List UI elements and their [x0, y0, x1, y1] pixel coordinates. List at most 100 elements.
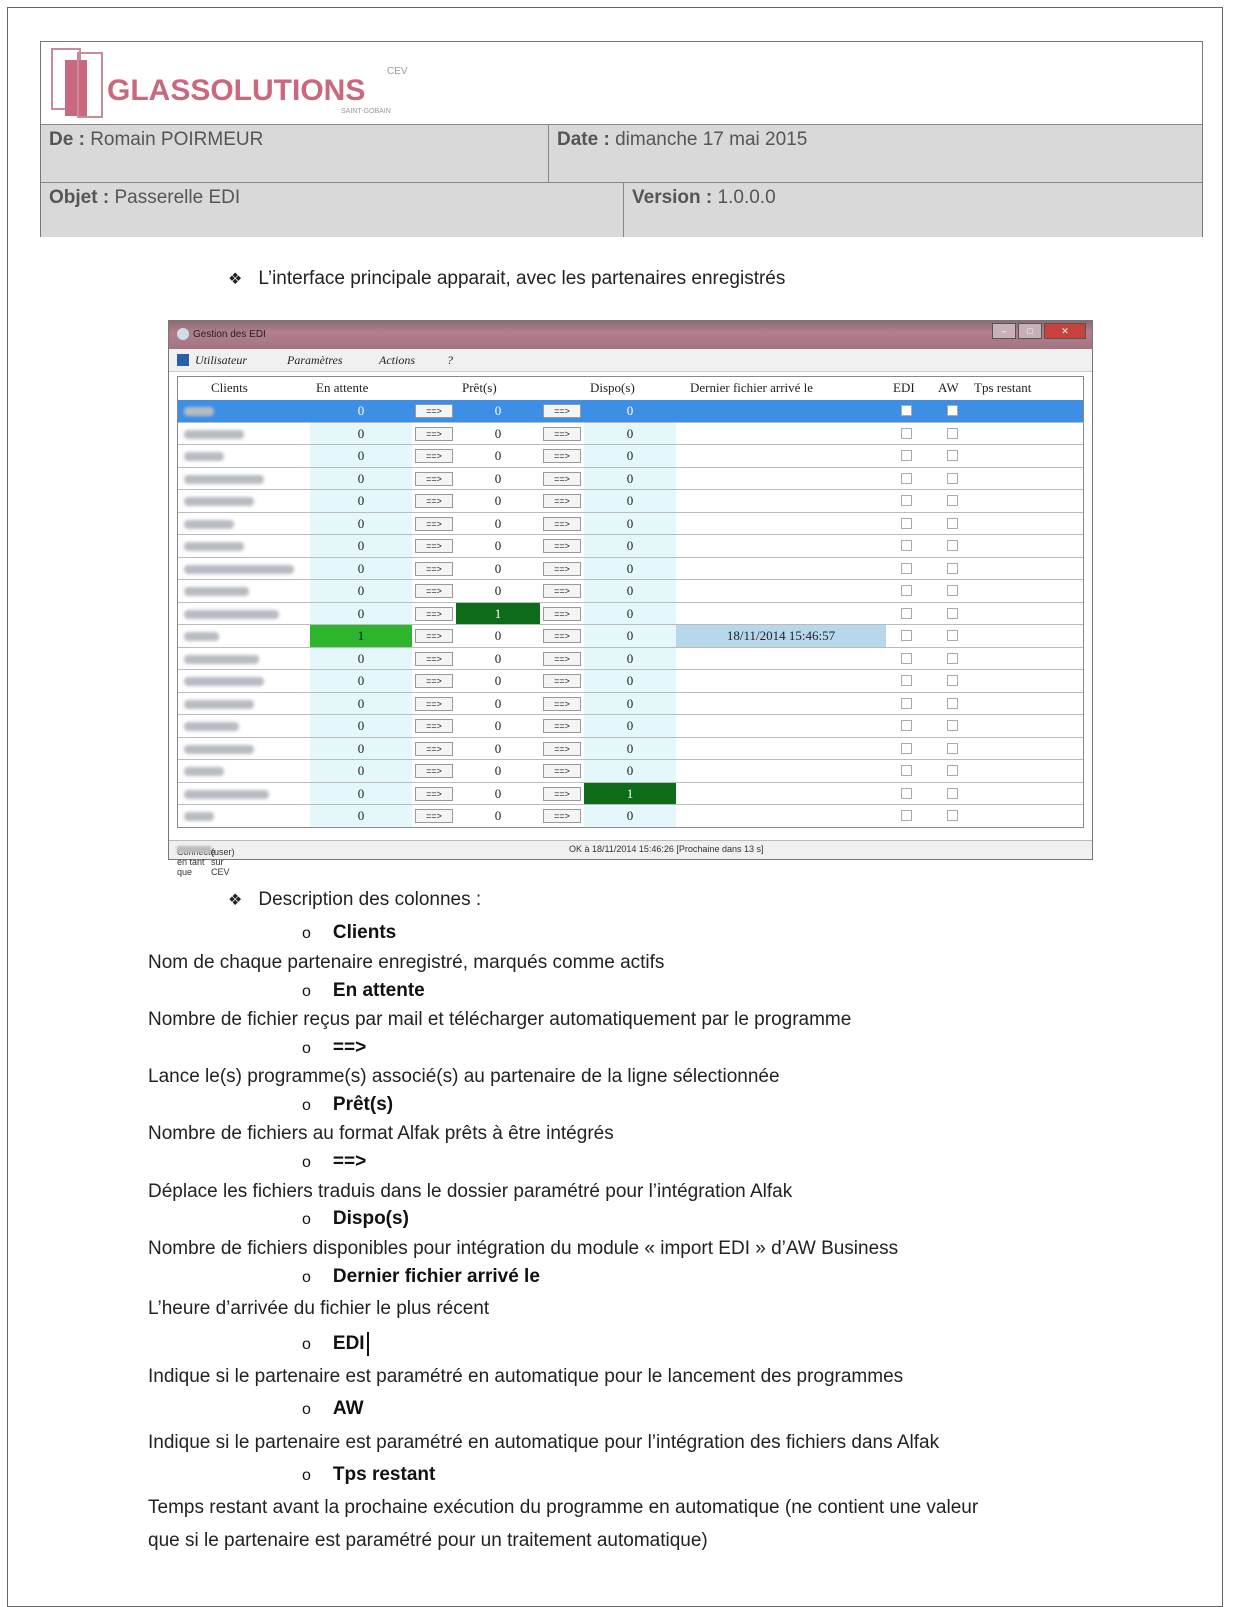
aw-checkbox[interactable]: [947, 450, 958, 461]
move-files-button[interactable]: ==>: [543, 561, 581, 576]
table-row[interactable]: 0 ==> 0 ==> 0: [178, 737, 1083, 760]
aw-checkbox[interactable]: [947, 787, 958, 799]
move-files-button[interactable]: ==>: [543, 651, 581, 666]
aw-checkbox[interactable]: [947, 765, 958, 776]
edi-checkbox[interactable]: [901, 427, 912, 439]
aw-checkbox[interactable]: [947, 405, 958, 416]
table-row[interactable]: 0 ==> 0 ==> 0: [178, 760, 1083, 783]
edi-checkbox[interactable]: [901, 630, 912, 641]
table-row[interactable]: 0 ==> 0 ==> 0: [178, 445, 1083, 468]
table-row[interactable]: 0 ==> 0 ==> 0: [178, 692, 1083, 715]
table-row[interactable]: 0 ==> 1 ==> 0: [178, 602, 1083, 625]
launch-programs-button[interactable]: ==>: [415, 764, 453, 778]
col-tps-restant[interactable]: Tps restant: [974, 380, 1031, 396]
edi-checkbox[interactable]: [901, 652, 912, 664]
edi-checkbox[interactable]: [901, 540, 912, 551]
move-files-button[interactable]: ==>: [543, 786, 581, 801]
move-files-button[interactable]: ==>: [543, 539, 581, 553]
table-row[interactable]: 0 ==> 0 ==> 0: [178, 512, 1083, 535]
edi-checkbox[interactable]: [901, 720, 912, 731]
menu-utilisateur[interactable]: Utilisateur: [195, 353, 247, 368]
launch-programs-button[interactable]: ==>: [415, 674, 453, 688]
aw-checkbox[interactable]: [947, 472, 958, 484]
aw-checkbox[interactable]: [947, 742, 958, 754]
aw-checkbox[interactable]: [947, 607, 958, 619]
edi-checkbox[interactable]: [901, 517, 912, 529]
aw-checkbox[interactable]: [947, 562, 958, 574]
edi-checkbox[interactable]: [901, 607, 912, 619]
launch-programs-button[interactable]: ==>: [415, 561, 453, 576]
aw-checkbox[interactable]: [947, 675, 958, 686]
maximize-button[interactable]: □: [1018, 323, 1042, 339]
launch-programs-button[interactable]: ==>: [415, 584, 453, 598]
edi-checkbox[interactable]: [901, 810, 912, 821]
close-button[interactable]: ✕: [1044, 323, 1086, 339]
launch-programs-button[interactable]: ==>: [415, 629, 453, 643]
menu-parametres[interactable]: Paramètres: [287, 353, 343, 368]
table-row[interactable]: 0 ==> 0 ==> 0: [178, 490, 1083, 513]
launch-programs-button[interactable]: ==>: [415, 449, 453, 463]
table-row[interactable]: 1 ==> 0 ==> 0 18/11/2014 15:46:57: [178, 625, 1083, 648]
move-files-button[interactable]: ==>: [543, 494, 581, 508]
table-row[interactable]: 0 ==> 0 ==> 0: [178, 670, 1083, 693]
table-row[interactable]: 0 ==> 0 ==> 1: [178, 782, 1083, 805]
edi-checkbox[interactable]: [901, 697, 912, 709]
table-row[interactable]: 0 ==> 0 ==> 0: [178, 535, 1083, 558]
launch-programs-button[interactable]: ==>: [415, 606, 453, 621]
edi-checkbox[interactable]: [901, 405, 912, 416]
aw-checkbox[interactable]: [947, 720, 958, 731]
menu-actions[interactable]: Actions: [379, 353, 415, 368]
move-files-button[interactable]: ==>: [543, 584, 581, 598]
launch-programs-button[interactable]: ==>: [415, 404, 453, 418]
aw-checkbox[interactable]: [947, 517, 958, 529]
launch-programs-button[interactable]: ==>: [415, 719, 453, 733]
table-row[interactable]: 0 ==> 0 ==> 0: [178, 805, 1083, 827]
table-row[interactable]: 0 ==> 0 ==> 0: [178, 557, 1083, 580]
aw-checkbox[interactable]: [947, 585, 958, 596]
edi-checkbox[interactable]: [901, 675, 912, 686]
minimize-button[interactable]: –: [992, 323, 1016, 339]
edi-checkbox[interactable]: [901, 765, 912, 776]
move-files-button[interactable]: ==>: [543, 516, 581, 531]
table-row[interactable]: 0 ==> 0 ==> 0: [178, 715, 1083, 738]
launch-programs-button[interactable]: ==>: [415, 741, 453, 756]
edi-checkbox[interactable]: [901, 450, 912, 461]
launch-programs-button[interactable]: ==>: [415, 494, 453, 508]
aw-checkbox[interactable]: [947, 427, 958, 439]
launch-programs-button[interactable]: ==>: [415, 516, 453, 531]
launch-programs-button[interactable]: ==>: [415, 471, 453, 486]
table-row[interactable]: 0 ==> 0 ==> 0: [178, 467, 1083, 490]
edi-checkbox[interactable]: [901, 495, 912, 506]
col-en-attente[interactable]: En attente: [316, 380, 368, 396]
move-files-button[interactable]: ==>: [543, 606, 581, 621]
launch-programs-button[interactable]: ==>: [415, 539, 453, 553]
edi-checkbox[interactable]: [901, 472, 912, 484]
col-dispos[interactable]: Dispo(s): [590, 380, 635, 396]
launch-programs-button[interactable]: ==>: [415, 426, 453, 441]
aw-checkbox[interactable]: [947, 810, 958, 821]
table-row[interactable]: 0 ==> 0 ==> 0: [178, 580, 1083, 603]
move-files-button[interactable]: ==>: [543, 741, 581, 756]
edi-checkbox[interactable]: [901, 787, 912, 799]
launch-programs-button[interactable]: ==>: [415, 696, 453, 711]
aw-checkbox[interactable]: [947, 495, 958, 506]
aw-checkbox[interactable]: [947, 652, 958, 664]
table-row[interactable]: 0 ==> 0 ==> 0: [178, 400, 1083, 423]
edi-checkbox[interactable]: [901, 742, 912, 754]
table-row[interactable]: 0 ==> 0 ==> 0: [178, 647, 1083, 670]
move-files-button[interactable]: ==>: [543, 719, 581, 733]
move-files-button[interactable]: ==>: [543, 696, 581, 711]
launch-programs-button[interactable]: ==>: [415, 651, 453, 666]
move-files-button[interactable]: ==>: [543, 471, 581, 486]
move-files-button[interactable]: ==>: [543, 764, 581, 778]
move-files-button[interactable]: ==>: [543, 426, 581, 441]
aw-checkbox[interactable]: [947, 540, 958, 551]
col-edi[interactable]: EDI: [893, 380, 915, 396]
col-aw[interactable]: AW: [938, 380, 959, 396]
edi-checkbox[interactable]: [901, 585, 912, 596]
col-dernier-fichier[interactable]: Dernier fichier arrivé le: [690, 380, 813, 396]
edi-checkbox[interactable]: [901, 562, 912, 574]
move-files-button[interactable]: ==>: [543, 404, 581, 418]
move-files-button[interactable]: ==>: [543, 809, 581, 823]
move-files-button[interactable]: ==>: [543, 449, 581, 463]
